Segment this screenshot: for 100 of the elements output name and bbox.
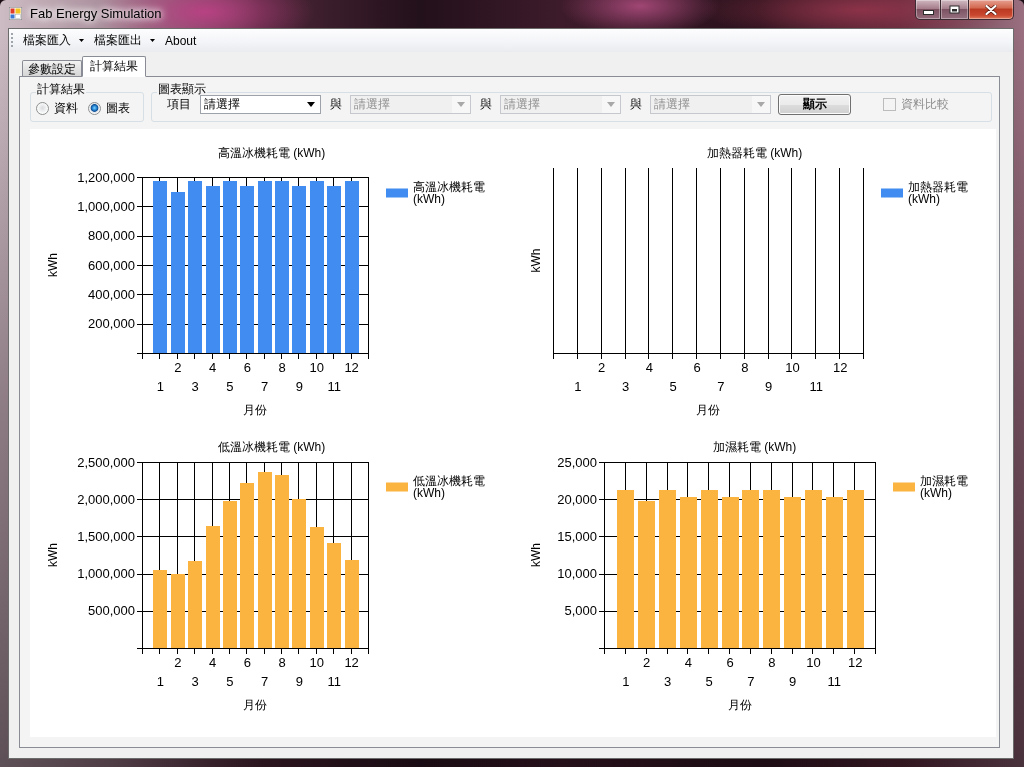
x-axis-label: 3 — [191, 379, 199, 394]
legend-label: 加濕耗電 (kWh) — [920, 474, 968, 500]
x-axis-label: 2 — [643, 655, 651, 670]
x-axis-label: 2 — [174, 360, 182, 375]
x-axis-label: 10 — [806, 655, 821, 670]
x-axis-label: 11 — [327, 379, 341, 394]
y-axis-label: 25,000 — [557, 454, 597, 470]
y-axis-label: 2,000,000 — [77, 491, 135, 507]
x-axis-label: 5 — [226, 674, 234, 689]
y-axis-label: 1,000,000 — [77, 566, 135, 582]
x-axis-label: 8 — [278, 655, 286, 670]
x-axis-label: 3 — [191, 674, 199, 689]
x-axis-label: 7 — [261, 674, 269, 689]
y-axis-title: kWh — [529, 543, 543, 567]
maximize-icon — [949, 5, 960, 14]
x-axis-label: 11 — [827, 674, 842, 689]
x-axis-label: 10 — [309, 360, 325, 375]
x-axis-label: 12 — [344, 655, 359, 670]
y-axis-label: 200,000 — [88, 316, 135, 332]
group-title: 計算結果 — [36, 82, 86, 98]
dropdown[interactable]: 請選擇 — [200, 95, 321, 114]
y-axis-label: 600,000 — [88, 257, 135, 273]
app-icon — [9, 7, 22, 20]
x-axis-label: 9 — [765, 379, 773, 394]
x-axis-label: 1 — [156, 379, 164, 394]
x-axis-label: 9 — [789, 674, 797, 689]
x-axis-label: 4 — [645, 360, 653, 375]
x-axis-label: 1 — [574, 379, 582, 394]
window-title: Fab Energy Simulation — [30, 6, 162, 21]
y-axis-label: 10,000 — [557, 566, 597, 582]
tab[interactable]: 參數設定 — [22, 60, 82, 76]
x-axis-label: 5 — [226, 379, 234, 394]
x-axis-label: 8 — [741, 360, 749, 375]
y-axis-label: 1,200,000 — [77, 169, 135, 185]
x-axis-label: 2 — [174, 655, 182, 670]
menu-item[interactable]: About — [161, 30, 201, 51]
close-button[interactable] — [969, 0, 1014, 20]
x-axis-label: 10 — [309, 655, 325, 670]
show-button[interactable]: 顯示 — [778, 94, 851, 115]
caret-icon — [607, 102, 615, 107]
y-axis-label: 500,000 — [88, 603, 135, 619]
minimize-icon — [922, 10, 934, 15]
legend-label: 加熱器耗電 (kWh) — [908, 180, 968, 206]
x-axis-label: 3 — [621, 379, 630, 394]
chart-title: 加熱器耗電 (kWh) — [706, 146, 803, 160]
x-axis-label: 4 — [208, 655, 217, 670]
radio-button[interactable] — [36, 102, 49, 115]
grip-handle[interactable] — [11, 32, 14, 49]
radio-label[interactable]: 資料 — [54, 100, 78, 117]
y-axis-label: 5,000 — [564, 603, 597, 619]
menu-item[interactable]: 檔案匯入 — [19, 30, 88, 51]
y-axis-title: kWh — [46, 543, 60, 567]
x-axis-label: 3 — [663, 674, 672, 689]
caret-icon — [457, 102, 465, 107]
x-axis-label: 4 — [684, 655, 692, 670]
radio-label[interactable]: 圖表 — [106, 100, 130, 117]
menu-item[interactable]: 檔案匯出 — [90, 30, 159, 51]
x-axis-label: 9 — [295, 379, 304, 394]
x-axis-label: 9 — [295, 674, 304, 689]
maximize-button[interactable] — [941, 0, 969, 20]
y-axis-label: 2,500,000 — [77, 454, 135, 470]
x-axis-label: 5 — [705, 674, 713, 689]
x-axis-label: 6 — [726, 655, 734, 670]
joiner-label: 與 — [630, 96, 642, 113]
x-axis-label: 8 — [278, 360, 286, 375]
y-axis-label: 20,000 — [557, 491, 597, 507]
y-axis-label: 15,000 — [557, 528, 597, 544]
caret-icon — [307, 102, 315, 107]
chart-title: 高溫冰機耗電 (kWh) — [217, 146, 326, 160]
y-axis-label: 1,000,000 — [77, 198, 135, 214]
chart-title: 加濕耗電 (kWh) — [712, 440, 797, 454]
caret-icon — [757, 102, 765, 107]
x-axis-title: 月份 — [727, 698, 752, 712]
x-axis-label: 11 — [327, 674, 341, 689]
x-axis-label: 4 — [208, 360, 217, 375]
radio-button[interactable] — [88, 102, 101, 115]
joiner-label: 與 — [330, 96, 342, 113]
x-axis-label: 7 — [717, 379, 725, 394]
y-axis-title: kWh — [46, 253, 60, 277]
x-axis-label: 6 — [243, 360, 251, 375]
x-axis-label: 7 — [747, 674, 755, 689]
x-axis-label: 6 — [693, 360, 701, 375]
group-title: 圖表顯示 — [157, 82, 207, 98]
y-axis-title: kWh — [529, 248, 543, 273]
x-axis-label: 1 — [156, 674, 164, 689]
x-axis-label: 11 — [809, 379, 824, 394]
minimize-button[interactable] — [915, 0, 941, 20]
legend-label: 高溫冰機耗電 (kWh) — [413, 180, 485, 206]
joiner-label: 與 — [480, 96, 492, 113]
x-axis-label: 7 — [261, 379, 269, 394]
y-axis-label: 800,000 — [88, 228, 135, 244]
x-axis-label: 12 — [832, 360, 848, 375]
legend-label: 低溫冰機耗電 (kWh) — [413, 474, 485, 500]
x-axis-label: 1 — [622, 674, 630, 689]
x-axis-label: 10 — [785, 360, 800, 375]
close-icon — [985, 4, 997, 15]
x-axis-label: 12 — [344, 360, 359, 375]
tab[interactable]: 計算結果 — [82, 56, 146, 77]
x-axis-label: 8 — [768, 655, 776, 670]
x-axis-label: 2 — [598, 360, 606, 375]
